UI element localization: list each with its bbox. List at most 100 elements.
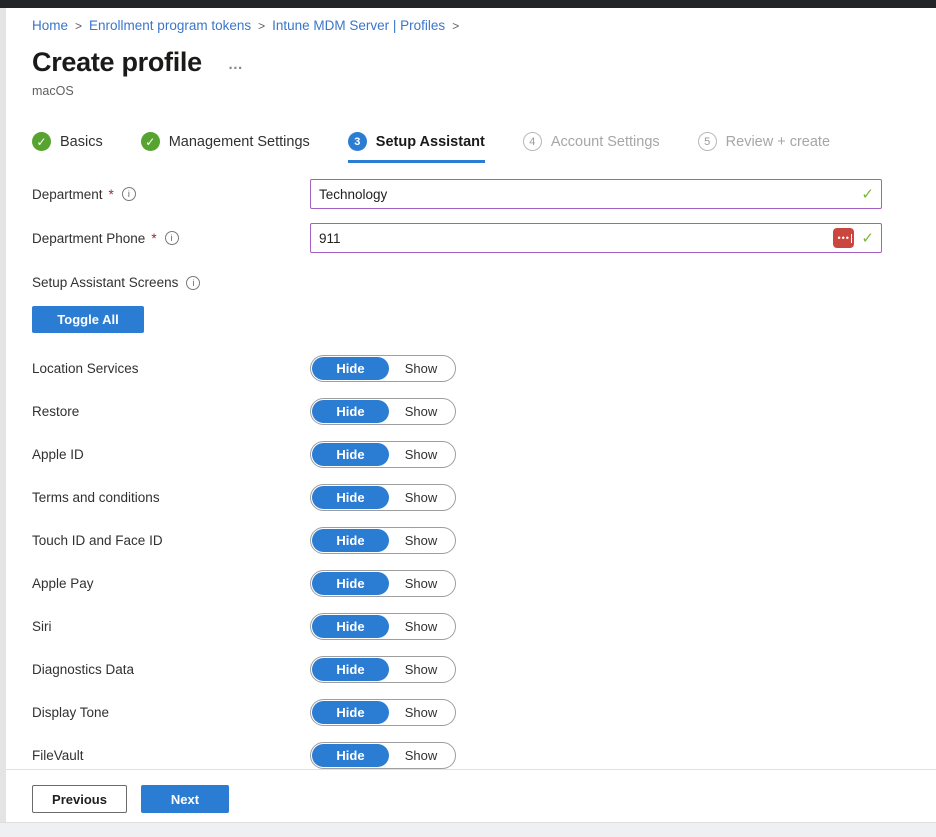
more-options-ellipsis-icon[interactable]: …: [228, 56, 244, 73]
toggle-row-label: Apple Pay: [32, 576, 310, 591]
step-review-create[interactable]: 5 Review + create: [698, 132, 830, 163]
page-title: Create profile: [32, 47, 202, 78]
toggle-row-restore: Restore Hide Show: [32, 390, 936, 433]
breadcrumb-enrollment-tokens-link[interactable]: Enrollment program tokens: [89, 18, 251, 33]
toggle-row-filevault: FileVault Hide Show: [32, 734, 936, 777]
hide-option-selected[interactable]: Hide: [312, 615, 389, 638]
toggle-row-label: Terms and conditions: [32, 490, 310, 505]
show-option[interactable]: Show: [389, 357, 453, 380]
hide-option-selected[interactable]: Hide: [312, 443, 389, 466]
department-phone-input[interactable]: 911 ••• ✓: [310, 223, 882, 253]
toggle-row-terms-and-conditions: Terms and conditions Hide Show: [32, 476, 936, 519]
hide-option-selected[interactable]: Hide: [312, 572, 389, 595]
breadcrumb-separator: >: [452, 19, 459, 33]
page-subtitle: macOS: [32, 84, 936, 98]
toggle-row-label: Location Services: [32, 361, 310, 376]
hide-show-toggle[interactable]: Hide Show: [310, 613, 456, 640]
hide-option-selected[interactable]: Hide: [312, 701, 389, 724]
step-complete-check-icon: ✓: [141, 132, 160, 151]
step-management-settings[interactable]: ✓ Management Settings: [141, 132, 310, 163]
hide-show-toggle[interactable]: Hide Show: [310, 484, 456, 511]
show-option[interactable]: Show: [389, 443, 453, 466]
toggle-row-diagnostics-data: Diagnostics Data Hide Show: [32, 648, 936, 691]
step-basics[interactable]: ✓ Basics: [32, 132, 103, 163]
required-asterisk: *: [109, 187, 114, 202]
create-profile-page: Home > Enrollment program tokens > Intun…: [6, 8, 936, 822]
next-button[interactable]: Next: [141, 785, 229, 813]
department-phone-input-value: 911: [319, 231, 341, 246]
toggle-row-siri: Siri Hide Show: [32, 605, 936, 648]
show-option[interactable]: Show: [389, 486, 453, 509]
show-option[interactable]: Show: [389, 529, 453, 552]
step-label: Review + create: [726, 134, 830, 150]
info-icon[interactable]: i: [165, 231, 179, 245]
hide-show-toggle[interactable]: Hide Show: [310, 355, 456, 382]
hide-option-selected[interactable]: Hide: [312, 529, 389, 552]
department-phone-label: Department Phone: [32, 231, 145, 246]
autofill-cursor-bar: [851, 234, 853, 243]
department-input[interactable]: Technology ✓: [310, 179, 882, 209]
wizard-footer: Previous Next: [32, 785, 229, 813]
info-icon[interactable]: i: [186, 276, 200, 290]
wizard-steps: ✓ Basics ✓ Management Settings 3 Setup A…: [32, 132, 936, 163]
valid-check-icon: ✓: [861, 185, 874, 203]
show-option[interactable]: Show: [389, 572, 453, 595]
show-option[interactable]: Show: [389, 400, 453, 423]
hide-show-toggle[interactable]: Hide Show: [310, 398, 456, 425]
previous-button[interactable]: Previous: [32, 785, 127, 813]
breadcrumb-separator: >: [75, 19, 82, 33]
info-icon[interactable]: i: [122, 187, 136, 201]
hide-show-toggle[interactable]: Hide Show: [310, 441, 456, 468]
hide-option-selected[interactable]: Hide: [312, 744, 389, 767]
toggle-row-label: FileVault: [32, 748, 310, 763]
breadcrumb-home-link[interactable]: Home: [32, 18, 68, 33]
step-number-icon: 3: [348, 132, 367, 151]
step-number-icon: 4: [523, 132, 542, 151]
toggle-row-display-tone: Display Tone Hide Show: [32, 691, 936, 734]
setup-assistant-screens-label: Setup Assistant Screens: [32, 275, 178, 290]
step-account-settings[interactable]: 4 Account Settings: [523, 132, 660, 163]
hide-show-toggle[interactable]: Hide Show: [310, 570, 456, 597]
show-option[interactable]: Show: [389, 615, 453, 638]
hide-show-toggle[interactable]: Hide Show: [310, 527, 456, 554]
hide-option-selected[interactable]: Hide: [312, 400, 389, 423]
show-option[interactable]: Show: [389, 744, 453, 767]
password-manager-autofill-icon[interactable]: •••: [833, 228, 854, 248]
step-label: Account Settings: [551, 134, 660, 150]
setup-assistant-screen-toggles: Location Services Hide Show Restore Hide…: [32, 347, 936, 777]
bottom-edge-strip: [0, 822, 936, 837]
hide-option-selected[interactable]: Hide: [312, 486, 389, 509]
toggle-row-touch-id-face-id: Touch ID and Face ID Hide Show: [32, 519, 936, 562]
autofill-dots: •••: [835, 234, 849, 243]
toggle-row-label: Touch ID and Face ID: [32, 533, 310, 548]
step-setup-assistant[interactable]: 3 Setup Assistant: [348, 132, 485, 163]
department-input-value: Technology: [319, 187, 387, 202]
toggle-row-label: Restore: [32, 404, 310, 419]
toggle-row-label: Siri: [32, 619, 310, 634]
step-number-icon: 5: [698, 132, 717, 151]
valid-check-icon: ✓: [861, 229, 874, 247]
show-option[interactable]: Show: [389, 658, 453, 681]
hide-option-selected[interactable]: Hide: [312, 357, 389, 380]
toggle-row-location-services: Location Services Hide Show: [32, 347, 936, 390]
toggle-row-label: Diagnostics Data: [32, 662, 310, 677]
department-label: Department: [32, 187, 103, 202]
hide-show-toggle[interactable]: Hide Show: [310, 742, 456, 769]
show-option[interactable]: Show: [389, 701, 453, 724]
breadcrumb-intune-mdm-profiles-link[interactable]: Intune MDM Server | Profiles: [272, 18, 445, 33]
step-label: Basics: [60, 134, 103, 150]
toggle-row-label: Display Tone: [32, 705, 310, 720]
toggle-row-apple-id: Apple ID Hide Show: [32, 433, 936, 476]
hide-show-toggle[interactable]: Hide Show: [310, 699, 456, 726]
setup-assistant-screens-section: Setup Assistant Screens i: [32, 275, 936, 290]
breadcrumb: Home > Enrollment program tokens > Intun…: [32, 18, 936, 33]
department-phone-field-row: Department Phone * i 911 ••• ✓: [32, 223, 936, 253]
hide-option-selected[interactable]: Hide: [312, 658, 389, 681]
toggle-all-button[interactable]: Toggle All: [32, 306, 144, 333]
department-field-row: Department * i Technology ✓: [32, 179, 936, 209]
breadcrumb-separator: >: [258, 19, 265, 33]
step-complete-check-icon: ✓: [32, 132, 51, 151]
step-label: Management Settings: [169, 134, 310, 150]
hide-show-toggle[interactable]: Hide Show: [310, 656, 456, 683]
toggle-row-apple-pay: Apple Pay Hide Show: [32, 562, 936, 605]
